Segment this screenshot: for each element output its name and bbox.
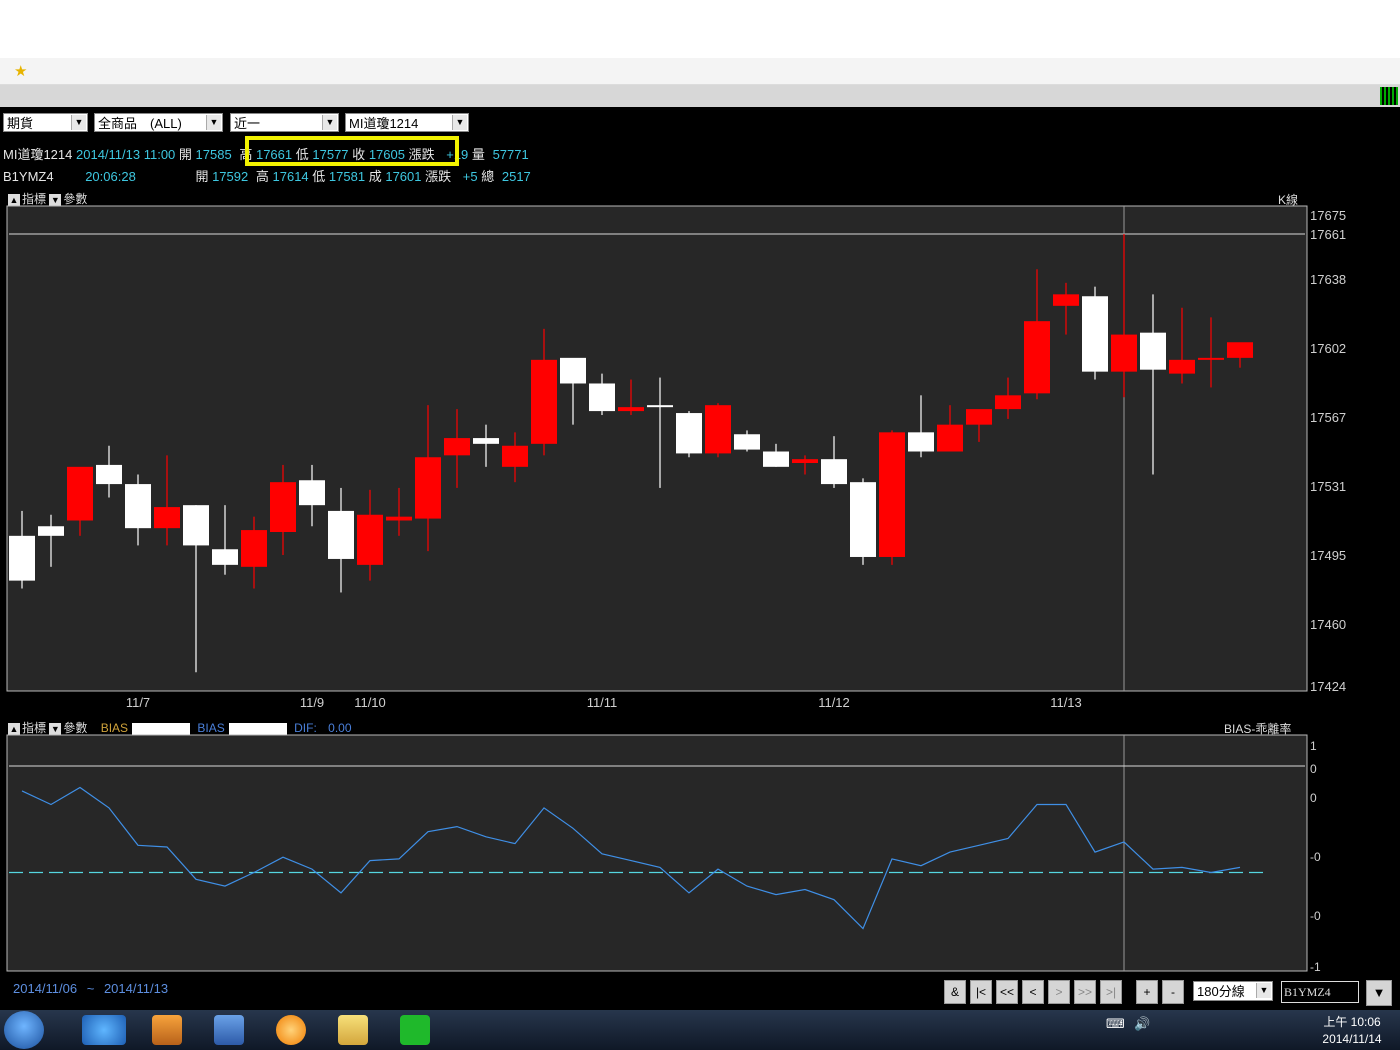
- candle-body: [38, 526, 64, 536]
- candle-body: [9, 535, 35, 581]
- page-back-button[interactable]: <<: [996, 980, 1018, 1004]
- candle-body: [299, 480, 325, 506]
- browser-icon[interactable]: [276, 1015, 306, 1045]
- first-button[interactable]: |<: [970, 980, 992, 1004]
- line-app-icon[interactable]: [400, 1015, 430, 1045]
- date-tick-label: 11/7: [126, 695, 150, 710]
- candle-body: [241, 530, 267, 567]
- chart-canvas[interactable]: 17675 17661 17638 17602 17567 17531 17495 17460…: [0, 0, 1400, 1010]
- bias-tick-label: 0: [1310, 762, 1317, 776]
- forward-button[interactable]: >: [1048, 980, 1070, 1004]
- candle-body: [212, 549, 238, 565]
- candle-body: [879, 432, 905, 557]
- candle-body: [734, 434, 760, 450]
- candle-body: [966, 409, 992, 425]
- candle-body: [618, 407, 644, 412]
- candle-body: [154, 507, 180, 529]
- date-tick-label: 11/10: [354, 695, 386, 710]
- candle-body: [502, 445, 528, 467]
- media-player-icon[interactable]: [152, 1015, 182, 1045]
- clock[interactable]: 上午 10:06 2014/11/14: [1312, 1014, 1392, 1048]
- page-forward-button[interactable]: >>: [1074, 980, 1096, 1004]
- link-button[interactable]: &: [944, 980, 966, 1004]
- candle-body: [705, 405, 731, 454]
- candle-body: [1227, 342, 1253, 358]
- volume-icon[interactable]: 🔊: [1134, 1016, 1150, 1031]
- internet-explorer-icon[interactable]: [82, 1015, 126, 1045]
- back-button[interactable]: <: [1022, 980, 1044, 1004]
- candle-body: [531, 359, 557, 444]
- price-tick-label: 17661: [1310, 227, 1346, 242]
- bias-tick-label: -0: [1310, 850, 1321, 864]
- candle-body: [328, 510, 354, 559]
- zoom-out-button[interactable]: -: [1162, 980, 1184, 1004]
- candle-body: [1024, 321, 1050, 394]
- date-tick-label: 11/12: [818, 695, 850, 710]
- chevron-down-icon: ▼: [1256, 983, 1271, 998]
- price-tick-label: 17531: [1310, 479, 1346, 494]
- candle-body: [415, 457, 441, 519]
- price-tick-label: 17675: [1310, 208, 1346, 223]
- candle-body: [67, 466, 93, 521]
- candle-body: [357, 514, 383, 565]
- price-panel: [6, 205, 1308, 692]
- candle-body: [473, 438, 499, 444]
- candle-body: [125, 484, 151, 529]
- price-tick-label: 17602: [1310, 341, 1346, 356]
- period-select[interactable]: 180分線 ▼: [1193, 981, 1273, 1001]
- candle-body: [676, 413, 702, 454]
- candle-body: [792, 459, 818, 463]
- date-tick-label: 11/9: [300, 695, 324, 710]
- candle-body: [850, 482, 876, 557]
- candle-body: [589, 383, 615, 412]
- price-tick-label: 17460: [1310, 617, 1346, 632]
- dropdown-arrow-icon[interactable]: ▼: [1366, 980, 1392, 1006]
- date-from: 2014/11/06: [13, 981, 78, 996]
- candle-body: [560, 357, 586, 384]
- date-tick-label: 11/13: [1050, 695, 1082, 710]
- candle-body: [270, 482, 296, 532]
- candle-body: [444, 438, 470, 456]
- candle-body: [763, 451, 789, 467]
- app-icon[interactable]: [214, 1015, 244, 1045]
- candle-body: [995, 395, 1021, 410]
- candle-body: [1169, 359, 1195, 374]
- system-tray: ⌨ 🔊: [1106, 1016, 1306, 1042]
- keyboard-icon[interactable]: ⌨: [1106, 1016, 1125, 1031]
- last-button[interactable]: >|: [1100, 980, 1122, 1004]
- price-tick-label: 17424: [1310, 679, 1346, 694]
- bias-tick-label: -1: [1310, 960, 1321, 974]
- candle-body: [1053, 294, 1079, 306]
- windows-start-icon[interactable]: [4, 1011, 44, 1049]
- candle-body: [1198, 357, 1224, 360]
- candle-body: [183, 505, 209, 546]
- date-to: 2014/11/13: [103, 981, 169, 996]
- candle-body: [908, 432, 934, 452]
- candle-body: [386, 516, 412, 521]
- date-tick-label: 11/11: [587, 695, 618, 710]
- price-tick-label: 17638: [1310, 272, 1346, 287]
- zoom-in-button[interactable]: +: [1136, 980, 1158, 1004]
- folder-icon[interactable]: [338, 1015, 368, 1045]
- price-tick-label: 17567: [1310, 410, 1346, 425]
- clock-date: 2014/11/14: [1322, 1032, 1382, 1046]
- bias-panel: [6, 734, 1308, 972]
- bias-tick-label: 0: [1310, 791, 1317, 805]
- candle-body: [1111, 334, 1137, 372]
- candle-body: [1082, 296, 1108, 372]
- price-tick-label: 17495: [1310, 548, 1346, 563]
- candle-body: [1140, 332, 1166, 370]
- bias-tick-label: 1: [1310, 739, 1317, 753]
- candle-body: [821, 459, 847, 485]
- clock-time: 上午 10:06: [1323, 1015, 1381, 1029]
- candle-body: [937, 424, 963, 452]
- candle-body: [647, 405, 673, 408]
- date-range: 2014/11/06 ~ 2014/11/13: [13, 981, 169, 996]
- candle-body: [96, 464, 122, 485]
- bias-tick-label: -0: [1310, 909, 1321, 923]
- symbol-input[interactable]: B1YMZ4: [1281, 981, 1359, 1003]
